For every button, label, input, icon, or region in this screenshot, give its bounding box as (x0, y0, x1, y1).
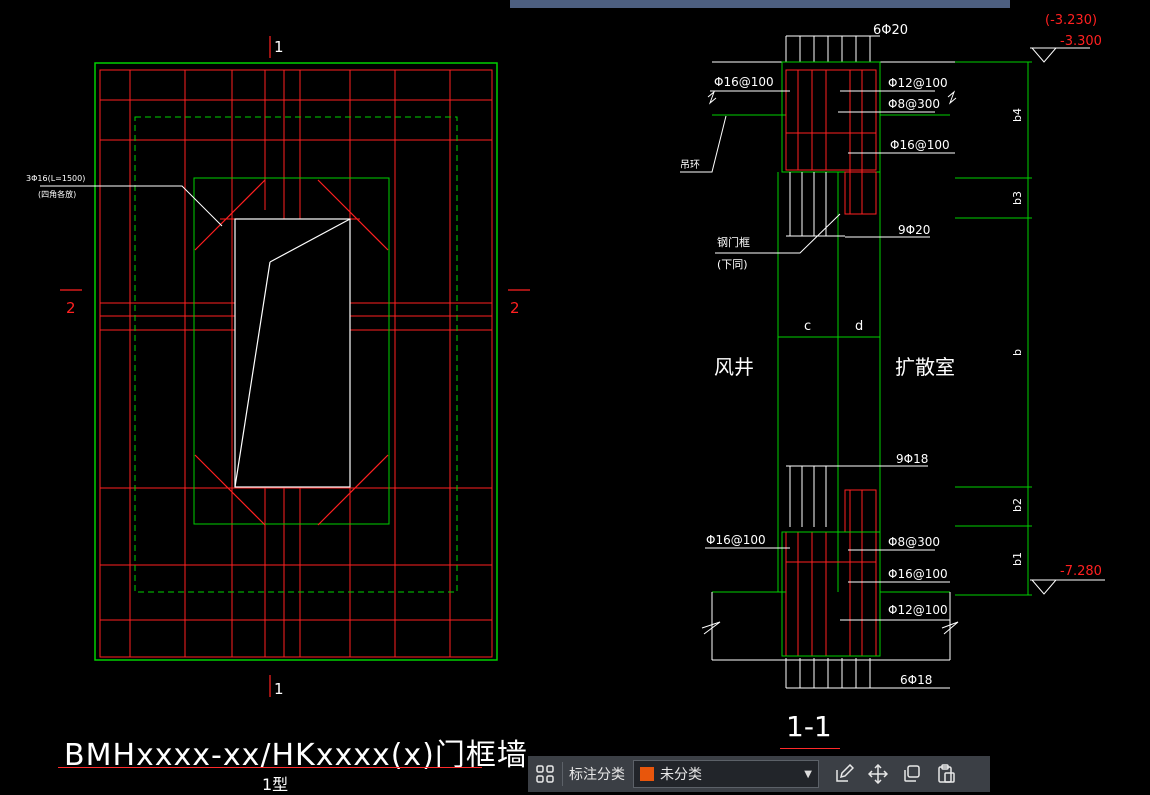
rebar-note-line2: (四角各放) (38, 189, 76, 199)
door-opening (234, 218, 351, 488)
copy-icon[interactable] (895, 756, 929, 792)
category-dropdown[interactable]: 未分类 ▼ (633, 760, 819, 788)
label-dim-b: b (1011, 349, 1024, 356)
label-door-frame-1: 钢门框 (717, 235, 750, 249)
label-level-top: -3.300 (1060, 34, 1102, 49)
label-bars-9-20: 9Φ20 (898, 223, 930, 237)
cut-label-top: 1 (274, 38, 284, 56)
label-bar-8-300-a: Φ8@300 (888, 97, 940, 111)
label-bar-16-100-c: Φ16@100 (706, 533, 766, 547)
section-view: 6Φ20 (-3.230) -3.300 Φ16@100 Φ12@100 Φ8@… (680, 13, 1105, 689)
grid-icon[interactable] (528, 756, 562, 792)
label-bar-16-100-d: Φ16@100 (888, 567, 948, 581)
label-room-right: 扩散室 (895, 355, 955, 379)
rebar-note-line1: 3Φ16(L=1500) (26, 174, 85, 183)
label-dim-c: c (804, 319, 811, 334)
cut-label-left: 2 (66, 299, 76, 317)
label-bar-16-100-b: Φ16@100 (890, 138, 950, 152)
cad-drawing[interactable]: 1 1 2 2 3Φ16(L=1500) (四角各放) 6Φ20 (-3.230… (0, 0, 1150, 792)
label-bottom-bars: 6Φ18 (900, 673, 932, 687)
label-room-left: 风井 (714, 355, 754, 379)
label-hook: 吊环 (680, 159, 700, 171)
label-top-bars: 6Φ20 (873, 23, 908, 38)
label-dim-d: d (855, 319, 863, 334)
label-dim-b2: b2 (1011, 498, 1024, 512)
category-value: 未分类 (660, 767, 702, 783)
drawing-subtitle: 1型 (262, 775, 289, 794)
label-bars-9-18: 9Φ18 (896, 452, 928, 466)
label-dim-b3: b3 (1011, 191, 1024, 205)
view-tab-strip[interactable] (510, 0, 1010, 8)
cut-label-right: 2 (510, 299, 520, 317)
plan-view: 1 1 2 2 3Φ16(L=1500) (四角各放) (26, 36, 530, 698)
label-dim-b1: b1 (1011, 552, 1024, 566)
label-dim-b4: b4 (1011, 108, 1024, 122)
label-bar-8-300-b: Φ8@300 (888, 535, 940, 549)
category-color-swatch (640, 767, 654, 781)
section-title: 1-1 (786, 710, 832, 743)
label-bar-12-100-a: Φ12@100 (888, 76, 948, 90)
diagonal-corner-bars (194, 179, 389, 526)
chevron-down-icon: ▼ (804, 768, 812, 780)
plan-vertical-rebars (129, 70, 451, 657)
section-title-underline (780, 748, 840, 749)
label-door-frame-2: (下同) (717, 258, 748, 271)
category-label: 标注分类 (569, 767, 625, 783)
wall-outline (94, 62, 498, 661)
label-level-bottom: -7.280 (1060, 564, 1102, 579)
label-bar-12-100-b: Φ12@100 (888, 603, 948, 617)
move-icon[interactable] (861, 756, 895, 792)
cut-label-bottom: 1 (274, 680, 284, 698)
label-level-top-paren: (-3.230) (1045, 13, 1097, 28)
title-underline (58, 767, 482, 768)
edit-icon[interactable] (827, 756, 861, 792)
paste-icon[interactable] (929, 756, 963, 792)
annotation-toolbar: 标注分类 未分类 ▼ (528, 756, 990, 792)
label-bar-16-100-a: Φ16@100 (714, 75, 774, 89)
